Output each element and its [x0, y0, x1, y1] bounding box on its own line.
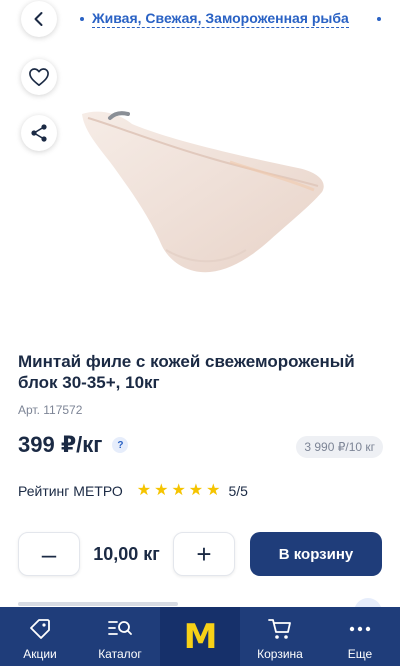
tab-cart[interactable]: Корзина: [240, 607, 320, 666]
star-icon: ★: [136, 482, 152, 499]
rating-score: 5/5: [228, 483, 248, 499]
tab-promotions[interactable]: Акции: [0, 607, 80, 666]
breadcrumb-dot: [376, 17, 381, 21]
breadcrumb-dot: [80, 17, 84, 21]
back-button[interactable]: [21, 1, 57, 37]
quantity-plus-button[interactable]: +: [173, 532, 235, 576]
star-icon: ★: [171, 482, 186, 499]
quantity-value: 10,00 кг: [93, 543, 160, 564]
tab-label: Корзина: [257, 647, 303, 661]
tab-label: Еще: [347, 647, 373, 661]
rating-row: Рейтинг МЕТРО ★ ★ ★ ★ ★ 5/5: [18, 483, 248, 500]
bottom-nav: Акции Каталог M Корзина Еще: [0, 607, 400, 666]
chevron-left-icon: [34, 12, 43, 26]
catalog-search-icon: [107, 616, 133, 642]
favorite-button[interactable]: [21, 59, 57, 95]
tab-label: Акции: [23, 647, 57, 661]
star-icon: ★: [206, 482, 221, 499]
star-icon: ★: [188, 482, 204, 499]
star-icon: ★: [154, 482, 169, 499]
price-help-icon[interactable]: ?: [112, 437, 129, 453]
quantity-minus-button[interactable]: –: [18, 532, 80, 576]
add-to-cart-button[interactable]: В корзину: [250, 532, 382, 576]
fish-fillet-image: [82, 111, 324, 273]
more-dots-icon: [347, 616, 373, 642]
share-icon: [31, 124, 47, 142]
rating-label: Рейтинг МЕТРО: [18, 483, 123, 499]
breadcrumb-link-category[interactable]: Живая, Свежая, Замороженная рыба: [92, 10, 349, 28]
tab-label: Каталог: [98, 647, 142, 661]
unit-price-badge: 3 990 ₽/10 кг: [296, 436, 383, 458]
tab-home-metro[interactable]: M: [160, 607, 240, 666]
heart-icon: [29, 68, 49, 86]
breadcrumb: Живая, Свежая, Замороженная рыба: [80, 9, 400, 29]
product-price: 399 ₽/кг: [18, 432, 103, 457]
product-article: Арт. 117572: [18, 403, 83, 417]
product-title: Минтай филе с кожей свежемороженый блок …: [18, 352, 355, 392]
price-row: 399 ₽/кг ?: [18, 432, 129, 458]
peek-text: [18, 602, 178, 606]
tab-more[interactable]: Еще: [320, 607, 400, 666]
metro-logo: M: [183, 616, 218, 657]
rating-stars: ★ ★ ★ ★ ★: [137, 483, 221, 499]
tab-catalog[interactable]: Каталог: [80, 607, 160, 666]
share-button[interactable]: [21, 115, 57, 151]
tag-icon: [27, 616, 53, 642]
cart-icon: [267, 616, 293, 642]
product-page: Живая, Свежая, Замороженная рыба Минтай …: [0, 0, 400, 666]
